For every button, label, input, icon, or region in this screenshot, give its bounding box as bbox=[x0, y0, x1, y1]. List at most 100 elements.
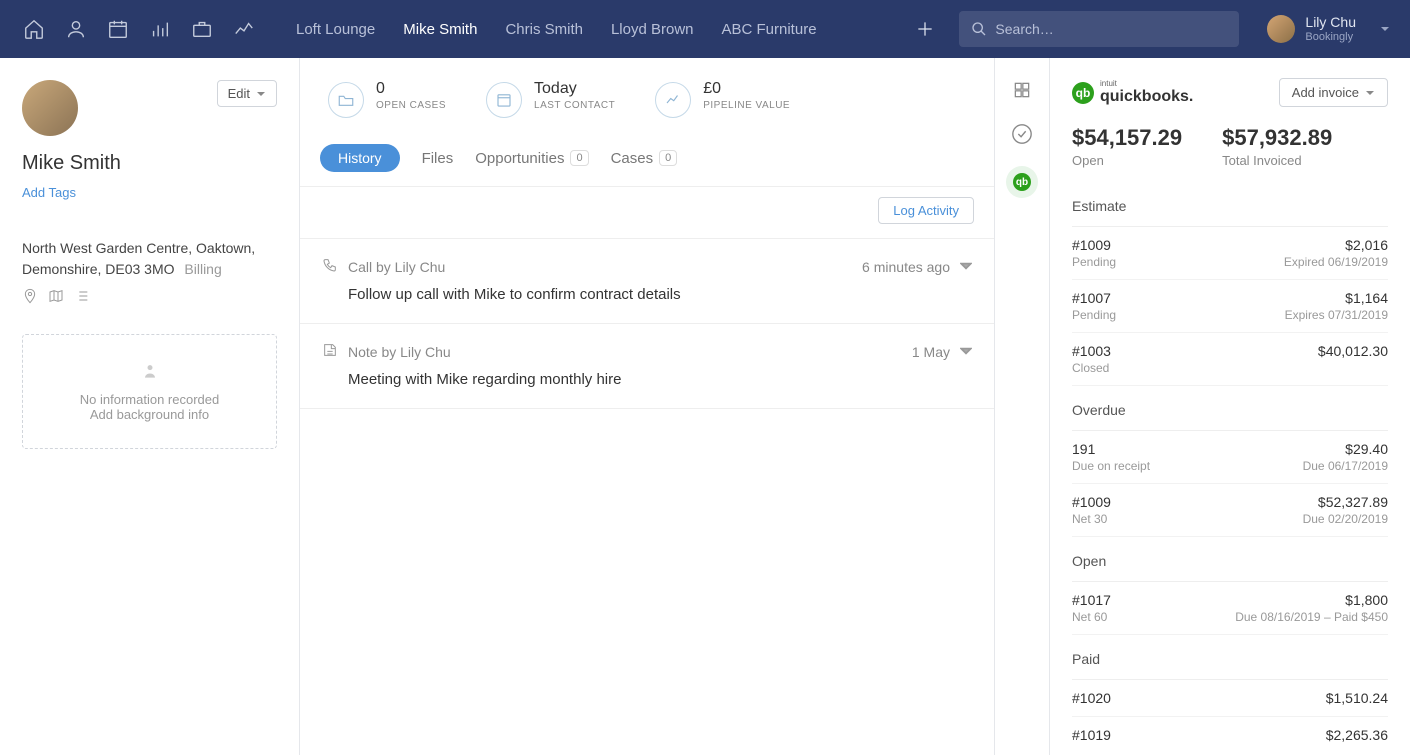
qb-item-amount: $29.40 bbox=[1303, 441, 1388, 457]
address-line2: Demonshire, DE03 3MO bbox=[22, 261, 175, 277]
edit-button[interactable]: Edit bbox=[217, 80, 277, 107]
nav-tab[interactable]: Chris Smith bbox=[505, 3, 583, 56]
search-box[interactable] bbox=[959, 11, 1239, 47]
activity-body: Meeting with Mike regarding monthly hire bbox=[348, 371, 972, 388]
qb-totals: $54,157.29 Open $57,932.89 Total Invoice… bbox=[1072, 125, 1388, 168]
activity-title: Call by Lily Chu bbox=[348, 259, 852, 275]
calendar-small-icon bbox=[495, 91, 513, 109]
qb-sections: Estimate #1009 Pending $2,016 Expired 06… bbox=[1072, 188, 1388, 753]
activity-list: Call by Lily Chu 6 minutes ago Follow up… bbox=[300, 239, 994, 409]
qb-item[interactable]: 191 Due on receipt $29.40 Due 06/17/2019 bbox=[1072, 431, 1388, 484]
qb-item-amount: $40,012.30 bbox=[1318, 343, 1388, 359]
search-input[interactable] bbox=[995, 21, 1227, 37]
qb-item[interactable]: #1009 Pending $2,016 Expired 06/19/2019 bbox=[1072, 227, 1388, 280]
qb-item[interactable]: #1009 Net 30 $52,327.89 Due 02/20/2019 bbox=[1072, 484, 1388, 537]
stat-open-cases[interactable]: 0OPEN CASES bbox=[328, 80, 446, 118]
qb-item-amount: $2,016 bbox=[1284, 237, 1388, 253]
add-tags-link[interactable]: Add Tags bbox=[22, 185, 76, 200]
qb-item-due: Due 08/16/2019 – Paid $450 bbox=[1235, 610, 1388, 624]
note-icon bbox=[322, 342, 338, 361]
open-amount: $54,157.29 bbox=[1072, 125, 1182, 151]
briefcase-icon[interactable] bbox=[188, 15, 216, 43]
background-info-box[interactable]: No information recorded Add background i… bbox=[22, 334, 277, 449]
main-content: 0OPEN CASES TodayLAST CONTACT £0PIPELINE… bbox=[300, 58, 994, 755]
qb-item-id: #1007 bbox=[1072, 290, 1116, 306]
user-avatar bbox=[1267, 15, 1295, 43]
check-circle-icon[interactable] bbox=[1010, 122, 1034, 146]
qb-item-amount: $1,164 bbox=[1285, 290, 1388, 306]
address-badge: Billing bbox=[184, 261, 221, 277]
home-icon[interactable] bbox=[20, 15, 48, 43]
nav-tab[interactable]: Loft Lounge bbox=[296, 3, 375, 56]
qb-item-due: Due 06/17/2019 bbox=[1303, 459, 1388, 473]
qb-item[interactable]: #1020 $1,510.24 bbox=[1072, 680, 1388, 717]
edit-label: Edit bbox=[228, 86, 250, 101]
user-name: Lily Chu bbox=[1305, 14, 1356, 31]
contact-address: North West Garden Centre, Oaktown, Demon… bbox=[22, 238, 277, 280]
phone-icon bbox=[322, 257, 338, 276]
cases-count-badge: 0 bbox=[659, 150, 677, 166]
qb-section-head: Open bbox=[1072, 543, 1388, 582]
folder-icon bbox=[337, 91, 355, 109]
user-menu[interactable]: Lily Chu Bookingly bbox=[1267, 14, 1390, 44]
qb-item-id: 191 bbox=[1072, 441, 1150, 457]
stat-pipeline[interactable]: £0PIPELINE VALUE bbox=[655, 80, 790, 118]
qb-item-status: Net 30 bbox=[1072, 512, 1111, 526]
log-activity-button[interactable]: Log Activity bbox=[878, 197, 974, 224]
user-org: Bookingly bbox=[1305, 31, 1356, 44]
add-icon[interactable] bbox=[911, 15, 939, 43]
map-icon[interactable] bbox=[48, 288, 64, 304]
bars-icon[interactable] bbox=[146, 15, 174, 43]
qb-item-id: #1003 bbox=[1072, 343, 1111, 359]
qb-item-id: #1009 bbox=[1072, 237, 1116, 253]
list-icon[interactable] bbox=[74, 288, 90, 304]
tab-files[interactable]: Files bbox=[422, 150, 454, 167]
qb-item-status: Closed bbox=[1072, 361, 1111, 375]
add-invoice-button[interactable]: Add invoice bbox=[1279, 78, 1388, 107]
tab-cases[interactable]: Cases 0 bbox=[611, 150, 678, 167]
right-rail: qb bbox=[994, 58, 1050, 755]
stat-last-contact[interactable]: TodayLAST CONTACT bbox=[486, 80, 615, 118]
quickbooks-rail-icon[interactable]: qb bbox=[1006, 166, 1038, 198]
qb-item[interactable]: #1019 $2,265.36 bbox=[1072, 717, 1388, 753]
tab-history[interactable]: History bbox=[320, 144, 400, 172]
calendar-icon[interactable] bbox=[104, 15, 132, 43]
top-nav: Loft Lounge Mike Smith Chris Smith Lloyd Br… bbox=[0, 0, 1410, 58]
qb-item[interactable]: #1007 Pending $1,164 Expires 07/31/2019 bbox=[1072, 280, 1388, 333]
contact-avatar[interactable] bbox=[22, 80, 78, 136]
nav-tab[interactable]: ABC Furniture bbox=[722, 3, 817, 56]
qb-item-due: Expires 07/31/2019 bbox=[1285, 308, 1388, 322]
address-line1: North West Garden Centre, Oaktown, bbox=[22, 238, 277, 259]
activity-title: Note by Lily Chu bbox=[348, 344, 902, 360]
person-icon[interactable] bbox=[62, 15, 90, 43]
nav-tab[interactable]: Mike Smith bbox=[403, 3, 477, 56]
person-placeholder-icon bbox=[140, 361, 160, 381]
stats-row: 0OPEN CASES TodayLAST CONTACT £0PIPELINE… bbox=[300, 58, 994, 136]
chevron-down-icon bbox=[1365, 88, 1375, 98]
qb-section-head: Overdue bbox=[1072, 392, 1388, 431]
chevron-down-icon[interactable] bbox=[960, 259, 972, 275]
activity-item[interactable]: Note by Lily Chu 1 May Meeting with Mike… bbox=[300, 324, 994, 409]
search-icon bbox=[971, 21, 987, 37]
nav-tab[interactable]: Lloyd Brown bbox=[611, 3, 694, 56]
activity-time: 1 May bbox=[912, 344, 950, 360]
qb-item-amount: $2,265.36 bbox=[1326, 727, 1388, 743]
log-activity-row: Log Activity bbox=[300, 186, 994, 239]
qb-item[interactable]: #1017 Net 60 $1,800 Due 08/16/2019 – Pai… bbox=[1072, 582, 1388, 635]
qb-item-status: Pending bbox=[1072, 255, 1116, 269]
chevron-down-icon bbox=[256, 89, 266, 99]
activity-item[interactable]: Call by Lily Chu 6 minutes ago Follow up… bbox=[300, 239, 994, 324]
total-label: Total Invoiced bbox=[1222, 153, 1332, 168]
quickbooks-logo: qb intuit quickbooks. bbox=[1072, 80, 1193, 106]
chevron-down-icon[interactable] bbox=[960, 344, 972, 360]
qb-item[interactable]: #1003 Closed $40,012.30 bbox=[1072, 333, 1388, 386]
quickbooks-panel: qb intuit quickbooks. Add invoice $54,15… bbox=[1050, 58, 1410, 755]
qb-item-amount: $1,800 bbox=[1235, 592, 1388, 608]
tab-opportunities[interactable]: Opportunities 0 bbox=[475, 150, 588, 167]
chart-icon[interactable] bbox=[230, 15, 258, 43]
qb-section-head: Paid bbox=[1072, 641, 1388, 680]
contact-name: Mike Smith bbox=[22, 152, 277, 175]
grid-icon[interactable] bbox=[1010, 78, 1034, 102]
pin-icon[interactable] bbox=[22, 288, 38, 304]
qb-item-due: Expired 06/19/2019 bbox=[1284, 255, 1388, 269]
